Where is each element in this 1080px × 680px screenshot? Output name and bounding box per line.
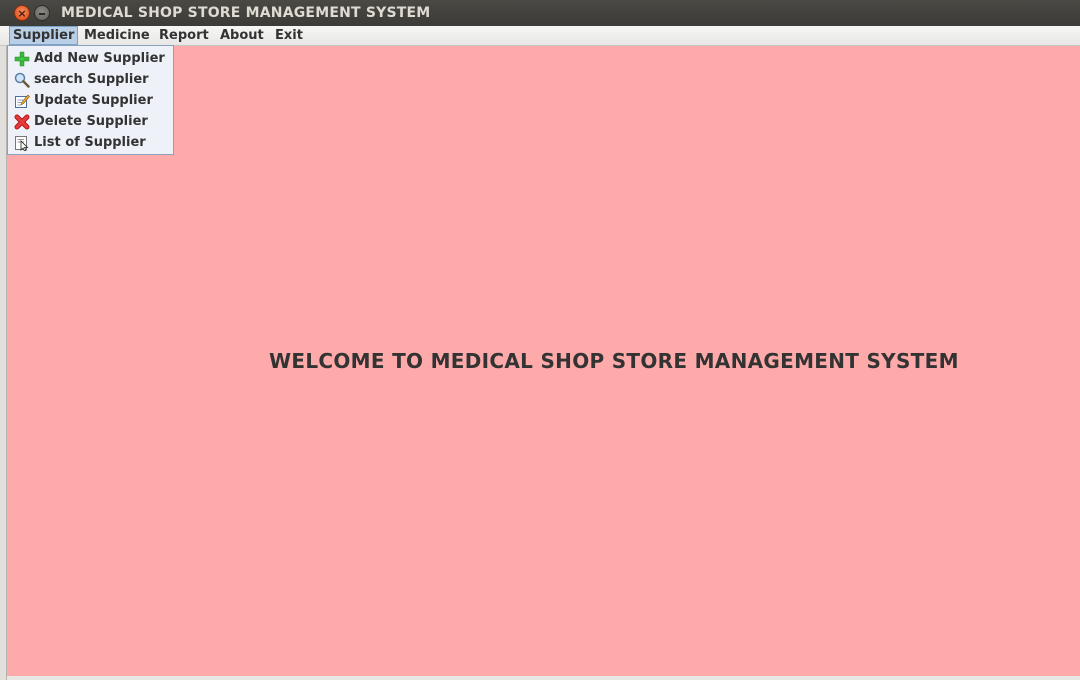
menu-exit[interactable]: Exit xyxy=(272,26,306,45)
menu-item-label: Add New Supplier xyxy=(34,51,165,66)
red-x-icon xyxy=(14,114,30,130)
app-window: × MEDICAL SHOP STORE MANAGEMENT SYSTEM S… xyxy=(0,0,1080,680)
menu-item-search-supplier[interactable]: search Supplier xyxy=(8,69,173,90)
menu-item-add-new-supplier[interactable]: Add New Supplier xyxy=(8,48,173,69)
close-icon: × xyxy=(17,7,27,20)
menu-item-label: List of Supplier xyxy=(34,135,146,150)
menu-item-label: Delete Supplier xyxy=(34,114,148,129)
window-title: MEDICAL SHOP STORE MANAGEMENT SYSTEM xyxy=(61,5,431,21)
minimize-window-button[interactable] xyxy=(34,5,50,21)
title-bar[interactable]: × MEDICAL SHOP STORE MANAGEMENT SYSTEM xyxy=(0,0,1080,26)
menu-item-update-supplier[interactable]: Update Supplier xyxy=(8,90,173,111)
magnifier-icon xyxy=(14,72,30,88)
window-bottom-border xyxy=(7,676,1080,680)
welcome-heading: WELCOME TO MEDICAL SHOP STORE MANAGEMENT… xyxy=(269,349,959,373)
window-left-border xyxy=(0,46,7,680)
green-plus-icon xyxy=(14,51,30,67)
menu-supplier[interactable]: Supplier xyxy=(9,26,79,45)
menu-bar: Supplier Medicine Report About Exit xyxy=(0,26,1080,46)
edit-pencil-icon xyxy=(15,94,30,108)
supplier-dropdown-menu: Add New Supplier search Supplier Update … xyxy=(7,45,174,155)
menu-about[interactable]: About xyxy=(217,26,267,45)
menu-item-list-of-supplier[interactable]: List of Supplier xyxy=(8,132,173,153)
menu-item-delete-supplier[interactable]: Delete Supplier xyxy=(8,111,173,132)
list-cursor-icon xyxy=(15,136,29,151)
menu-report[interactable]: Report xyxy=(156,26,212,45)
close-window-button[interactable]: × xyxy=(14,5,30,21)
menu-medicine[interactable]: Medicine xyxy=(81,26,153,45)
menu-item-label: Update Supplier xyxy=(34,93,153,108)
menu-item-label: search Supplier xyxy=(34,72,149,87)
